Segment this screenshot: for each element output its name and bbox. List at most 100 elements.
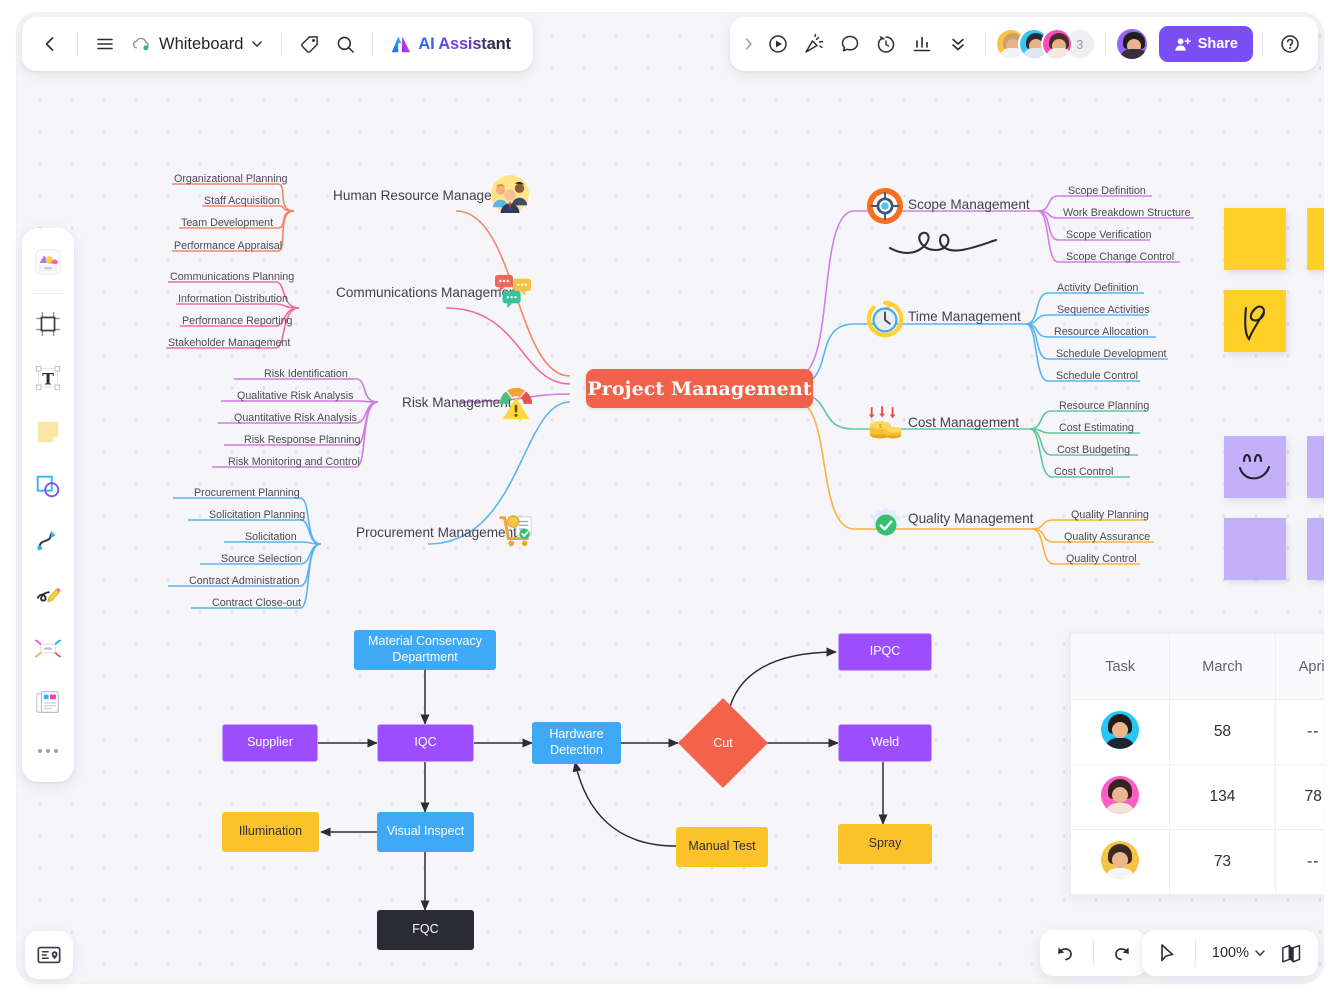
cursor-tool-button[interactable] <box>1148 935 1186 971</box>
ellipsis-icon <box>38 749 58 753</box>
spray-node[interactable]: Spray <box>838 824 932 864</box>
supplier-node[interactable]: Supplier <box>222 724 318 762</box>
ai-assistant-label: AI Assistant <box>418 34 511 53</box>
minimap-icon <box>1282 944 1301 963</box>
divider <box>1093 940 1094 966</box>
illumination-node[interactable]: Illumination <box>222 812 319 852</box>
april-value[interactable]: -- <box>1274 829 1324 895</box>
navigator-card-icon <box>37 946 61 964</box>
menu-button[interactable] <box>87 26 123 62</box>
tag-button[interactable] <box>291 26 327 62</box>
mindmap-icon <box>34 639 62 658</box>
share-label: Share <box>1197 36 1238 52</box>
sticky-note-tool[interactable] <box>26 406 70 458</box>
task-avatar-cell[interactable] <box>1069 699 1171 765</box>
timer-button[interactable] <box>868 26 904 62</box>
cursor-pointer-icon <box>1161 944 1174 962</box>
divider <box>1194 940 1196 966</box>
text-tool[interactable]: T <box>26 352 70 404</box>
zoom-level-button[interactable]: 100% <box>1205 935 1274 971</box>
frame-tool[interactable] <box>26 298 70 350</box>
march-value[interactable]: 134 <box>1169 764 1276 830</box>
back-button[interactable] <box>32 26 68 62</box>
march-value[interactable]: 58 <box>1169 699 1276 765</box>
redo-button[interactable] <box>1103 935 1141 971</box>
add-person-icon <box>1175 37 1191 51</box>
whiteboard-app: Project Management Human Resource Manage… <box>0 0 1340 996</box>
fqc-node[interactable]: FQC <box>377 910 474 950</box>
divider <box>1104 31 1106 57</box>
help-button[interactable] <box>1272 26 1308 62</box>
hardware-detection-node[interactable]: Hardware Detection <box>532 722 621 764</box>
more-tools-button[interactable] <box>940 26 976 62</box>
collaborator-3[interactable] <box>1040 28 1073 60</box>
task-avatar-cell[interactable] <box>1069 829 1171 895</box>
search-button[interactable] <box>327 26 363 62</box>
april-value[interactable]: -- <box>1274 699 1324 765</box>
shape-tool[interactable] <box>26 460 70 512</box>
confetti-icon <box>804 33 823 53</box>
pen-tool[interactable] <box>26 568 70 620</box>
minimap-toggle-button[interactable] <box>1274 935 1312 971</box>
more-tools[interactable] <box>26 730 70 772</box>
table-row[interactable]: 58 -- <box>1069 699 1324 765</box>
iqc-node[interactable]: IQC <box>377 724 474 762</box>
bar-chart-icon <box>913 36 930 52</box>
task-avatar-cell[interactable] <box>1069 764 1171 830</box>
top-toolbar-right: 3 Share <box>729 17 1318 71</box>
expand-toolbar-button[interactable] <box>738 26 760 62</box>
top-toolbar-left: Whiteboard AI Assistant <box>22 17 533 71</box>
weld-node[interactable]: Weld <box>838 724 932 762</box>
timer-icon <box>877 35 894 53</box>
table-row[interactable]: 73 -- <box>1069 829 1324 895</box>
document-tool[interactable] <box>26 676 70 728</box>
chevron-right-icon <box>745 38 752 50</box>
play-circle-icon <box>768 35 787 53</box>
task-table[interactable]: Task March April 58 -- <box>1069 632 1324 896</box>
ipqc-node[interactable]: IPQC <box>838 633 932 671</box>
divider <box>281 31 283 57</box>
document-icon <box>36 691 59 713</box>
april-value[interactable]: 78 <box>1274 764 1324 830</box>
table-row[interactable]: 134 78 <box>1069 764 1324 830</box>
undo-button[interactable] <box>1046 935 1084 971</box>
svg-text:T: T <box>42 370 54 389</box>
document-title: Whiteboard <box>159 34 244 53</box>
help-circle-icon <box>1281 35 1299 53</box>
material-conservacy-department-node[interactable]: Material Conservacy Department <box>354 630 496 670</box>
visual-inspect-node[interactable]: Visual Inspect <box>377 812 474 852</box>
ai-assistant-button[interactable]: AI Assistant <box>382 26 518 62</box>
manual-test-node[interactable]: Manual Test <box>676 827 768 867</box>
templates-icon <box>35 249 61 275</box>
avatar <box>1101 710 1140 749</box>
shapes-icon <box>36 475 60 498</box>
collaborator-avatars[interactable]: 3 <box>994 28 1096 60</box>
comment-button[interactable] <box>832 26 868 62</box>
chart-button[interactable] <box>904 26 940 62</box>
document-title-chip[interactable]: Whiteboard <box>123 26 272 62</box>
march-value[interactable]: 73 <box>1169 829 1276 895</box>
table-header-row: Task March April <box>1069 633 1324 700</box>
comment-bubble-icon <box>841 35 858 52</box>
zoom-bar: 100% <box>1141 930 1318 976</box>
celebrate-button[interactable] <box>796 26 832 62</box>
current-user-avatar[interactable] <box>1114 27 1149 61</box>
navigator-button[interactable] <box>25 931 73 979</box>
double-chevron-down-icon <box>951 38 964 51</box>
divider <box>33 293 63 294</box>
share-button[interactable]: Share <box>1158 26 1253 62</box>
undo-arrow-icon <box>1058 947 1072 961</box>
column-header-task[interactable]: Task <box>1069 633 1171 700</box>
hamburger-menu-icon <box>97 38 113 50</box>
connector-tool[interactable] <box>26 514 70 566</box>
curved-connector-icon <box>37 530 56 551</box>
present-button[interactable] <box>760 26 796 62</box>
zoom-level-label: 100% <box>1211 945 1249 961</box>
templates-tool[interactable] <box>26 236 70 288</box>
column-header-march[interactable]: March <box>1169 633 1276 700</box>
column-header-april[interactable]: April <box>1274 633 1324 700</box>
mindmap-tool[interactable] <box>26 622 70 674</box>
canvas[interactable]: Project Management Human Resource Manage… <box>16 12 1324 984</box>
avatar <box>1101 840 1140 879</box>
text-t-icon: T <box>35 365 61 391</box>
